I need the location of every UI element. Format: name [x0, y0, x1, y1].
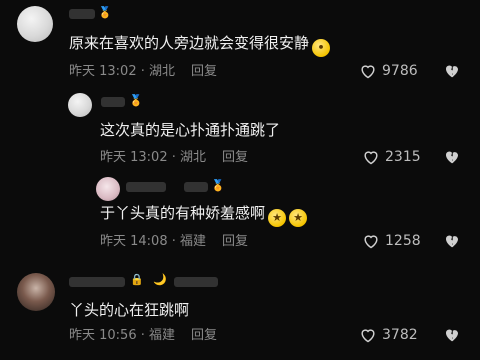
reply-button[interactable]: 回复 [191, 64, 217, 80]
heart-outline-icon [361, 65, 375, 79]
like-button[interactable]: 2315 [362, 149, 421, 165]
star-eyes-emoji-icon: ★ [268, 209, 287, 227]
comment-text: 于丫头真的有种娇羞感啊 ★ ★ [100, 203, 308, 227]
like-button[interactable]: 1258 [362, 233, 421, 249]
comment-location: 湖北 [180, 150, 207, 165]
comment-location: 福建 [149, 328, 176, 343]
username-redacted[interactable] [174, 277, 218, 287]
crown-badge-icon: 🏅 [129, 94, 143, 107]
comment-item: 🔒 🌙 丫头的心在狂跳啊 昨天 10:56 · 福建 回复 3782 [0, 265, 480, 360]
avatar[interactable] [17, 273, 55, 311]
crown-badge-icon: 🌙 [153, 273, 167, 286]
username-redacted[interactable] [69, 9, 95, 19]
like-button[interactable]: 9786 [359, 63, 418, 79]
broken-heart-icon[interactable] [443, 62, 461, 79]
like-count: 9786 [382, 63, 418, 79]
comment-meta: 昨天 14:08 · 福建 [100, 234, 207, 249]
heart-outline-icon [361, 329, 375, 343]
comment-item: 🏅 这次真的是心扑通扑通跳了 昨天 13:02 · 湖北 回复 2315 [0, 90, 480, 175]
broken-heart-icon[interactable] [443, 148, 461, 165]
reply-button[interactable]: 回复 [222, 150, 248, 166]
comment-text: 原来在喜欢的人旁边就会变得很安静 • [69, 33, 331, 57]
crown-badge-icon: 🔒 [130, 273, 144, 286]
comment-body: 丫头的心在狂跳啊 [69, 301, 190, 319]
avatar[interactable] [68, 93, 92, 117]
reply-button[interactable]: 回复 [191, 328, 217, 344]
comment-item: 🏅 于丫头真的有种娇羞感啊 ★ ★ 昨天 14:08 · 福建 回复 1258 [0, 175, 480, 260]
username-redacted[interactable] [126, 182, 166, 192]
comment-location: 湖北 [149, 64, 176, 79]
crown-badge-icon: 🏅 [98, 6, 112, 19]
like-count: 2315 [385, 149, 421, 165]
heart-outline-icon [364, 151, 378, 165]
comment-meta: 昨天 13:02 · 湖北 [69, 64, 176, 79]
comment-item: 🏅 原来在喜欢的人旁边就会变得很安静 • 昨天 13:02 · 湖北 回复 978… [0, 0, 480, 90]
username-redacted[interactable] [69, 277, 125, 287]
avatar[interactable] [96, 177, 120, 201]
comment-text: 丫头的心在狂跳啊 [69, 300, 189, 320]
comment-time: 昨天 13:02 [100, 150, 168, 165]
comment-location: 福建 [180, 234, 207, 249]
like-count: 1258 [385, 233, 421, 249]
username-redacted[interactable] [184, 182, 208, 192]
comment-meta: 昨天 13:02 · 湖北 [100, 150, 207, 165]
comment-text: 这次真的是心扑通扑通跳了 [100, 120, 280, 140]
like-count: 3782 [382, 327, 418, 343]
comment-time: 昨天 14:08 [100, 234, 168, 249]
username-redacted[interactable] [101, 97, 125, 107]
heart-outline-icon [364, 235, 378, 249]
comment-time: 昨天 13:02 [69, 64, 137, 79]
star-eyes-emoji-icon: ★ [289, 209, 308, 227]
comment-body: 原来在喜欢的人旁边就会变得很安静 [69, 34, 310, 52]
emoji-icon: • [312, 39, 331, 57]
reply-button[interactable]: 回复 [222, 234, 248, 250]
broken-heart-icon[interactable] [443, 232, 461, 249]
broken-heart-icon[interactable] [443, 326, 461, 343]
comment-meta: 昨天 10:56 · 福建 [69, 328, 176, 343]
comment-body: 于丫头真的有种娇羞感啊 [100, 204, 266, 222]
avatar[interactable] [17, 6, 53, 42]
crown-badge-icon: 🏅 [211, 179, 225, 192]
comment-time: 昨天 10:56 [69, 328, 137, 343]
like-button[interactable]: 3782 [359, 327, 418, 343]
comment-body: 这次真的是心扑通扑通跳了 [100, 121, 281, 139]
